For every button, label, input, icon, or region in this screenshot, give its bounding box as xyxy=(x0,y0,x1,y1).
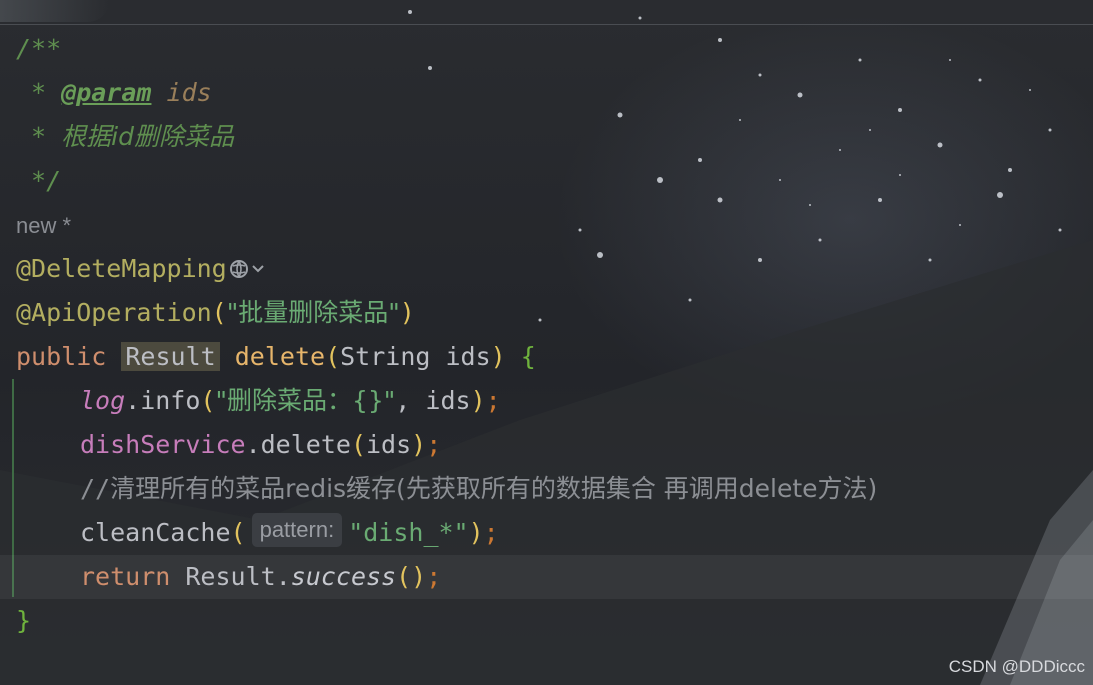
clean-cache-pattern: "dish_*" xyxy=(348,518,469,547)
log-message-string: "删除菜品：{}" xyxy=(215,386,396,415)
log-field: log xyxy=(80,386,126,415)
javadoc-param-name: ids xyxy=(166,78,212,107)
chevron-down-icon xyxy=(252,265,264,273)
code-line-11: cleanCache(pattern: "dish_*"); xyxy=(0,511,1093,555)
doc-comment-open: /** xyxy=(16,34,62,63)
code-line-13: } xyxy=(0,599,1093,643)
return-type[interactable]: Result xyxy=(121,342,220,371)
doc-comment-star: * xyxy=(16,78,62,107)
public-keyword: public xyxy=(16,342,107,371)
tab-bar-border xyxy=(0,24,1093,25)
log-info-call: .info xyxy=(125,386,201,415)
javadoc-param-tag[interactable]: @param xyxy=(61,78,151,107)
code-editor[interactable]: /** * @param ids * 根据id删除菜品 */ new * @De… xyxy=(0,27,1093,643)
service-delete-arg: ids xyxy=(366,430,412,459)
param-name: ids xyxy=(445,342,491,371)
api-operation-annotation: @ApiOperation xyxy=(16,298,212,327)
doc-comment-description: 根据id删除菜品 xyxy=(61,122,234,151)
closing-brace: } xyxy=(16,606,32,635)
code-line-12-current: return Result.success(); xyxy=(0,555,1093,599)
line-comment-text: 清理所有的菜品redis缓存(先获取所有的数据集合 再调用delete方法) xyxy=(110,474,878,503)
dish-service-field: dishService xyxy=(80,430,246,459)
log-arg: , ids xyxy=(395,386,471,415)
code-line-4: */ xyxy=(0,159,1093,203)
code-line-9: dishService.delete(ids); xyxy=(80,430,442,459)
code-line-2: * @param ids xyxy=(0,71,1093,115)
code-line-author-hint: new * xyxy=(0,203,1093,247)
delete-mapping-annotation: @DeleteMapping xyxy=(16,254,227,283)
code-line-8: log.info("删除菜品：{}", ids); xyxy=(80,386,501,415)
doc-comment-star: * xyxy=(16,122,62,151)
code-line-10: //清理所有的菜品redis缓存(先获取所有的数据集合 再调用delete方法) xyxy=(0,467,1093,511)
clean-cache-call: cleanCache xyxy=(80,518,231,547)
code-line-1: /** xyxy=(0,27,1093,71)
success-call: success xyxy=(290,562,397,591)
result-class: Result xyxy=(185,562,276,591)
service-delete-call: .delete xyxy=(245,430,351,459)
top-decoration xyxy=(0,0,110,22)
code-line-3: * 根据id删除菜品 xyxy=(0,115,1093,159)
globe-icon[interactable] xyxy=(229,250,265,294)
param-type: String xyxy=(340,342,431,371)
line-comment-prefix: // xyxy=(80,474,111,503)
author-inlay-hint[interactable]: new * xyxy=(16,213,71,238)
code-line-6: @ApiOperation("批量删除菜品") xyxy=(16,298,415,327)
code-line-5: @DeleteMapping xyxy=(0,247,1093,291)
csdn-watermark: CSDN @DDDiccc xyxy=(948,657,1085,676)
parameter-name-hint[interactable]: pattern: xyxy=(251,513,343,547)
doc-comment-close: */ xyxy=(16,166,62,195)
method-name[interactable]: delete xyxy=(235,342,325,371)
code-line-7: public Result delete(String ids) { xyxy=(16,342,536,371)
api-operation-value: "批量删除菜品" xyxy=(226,298,400,327)
return-keyword: return xyxy=(80,562,171,591)
